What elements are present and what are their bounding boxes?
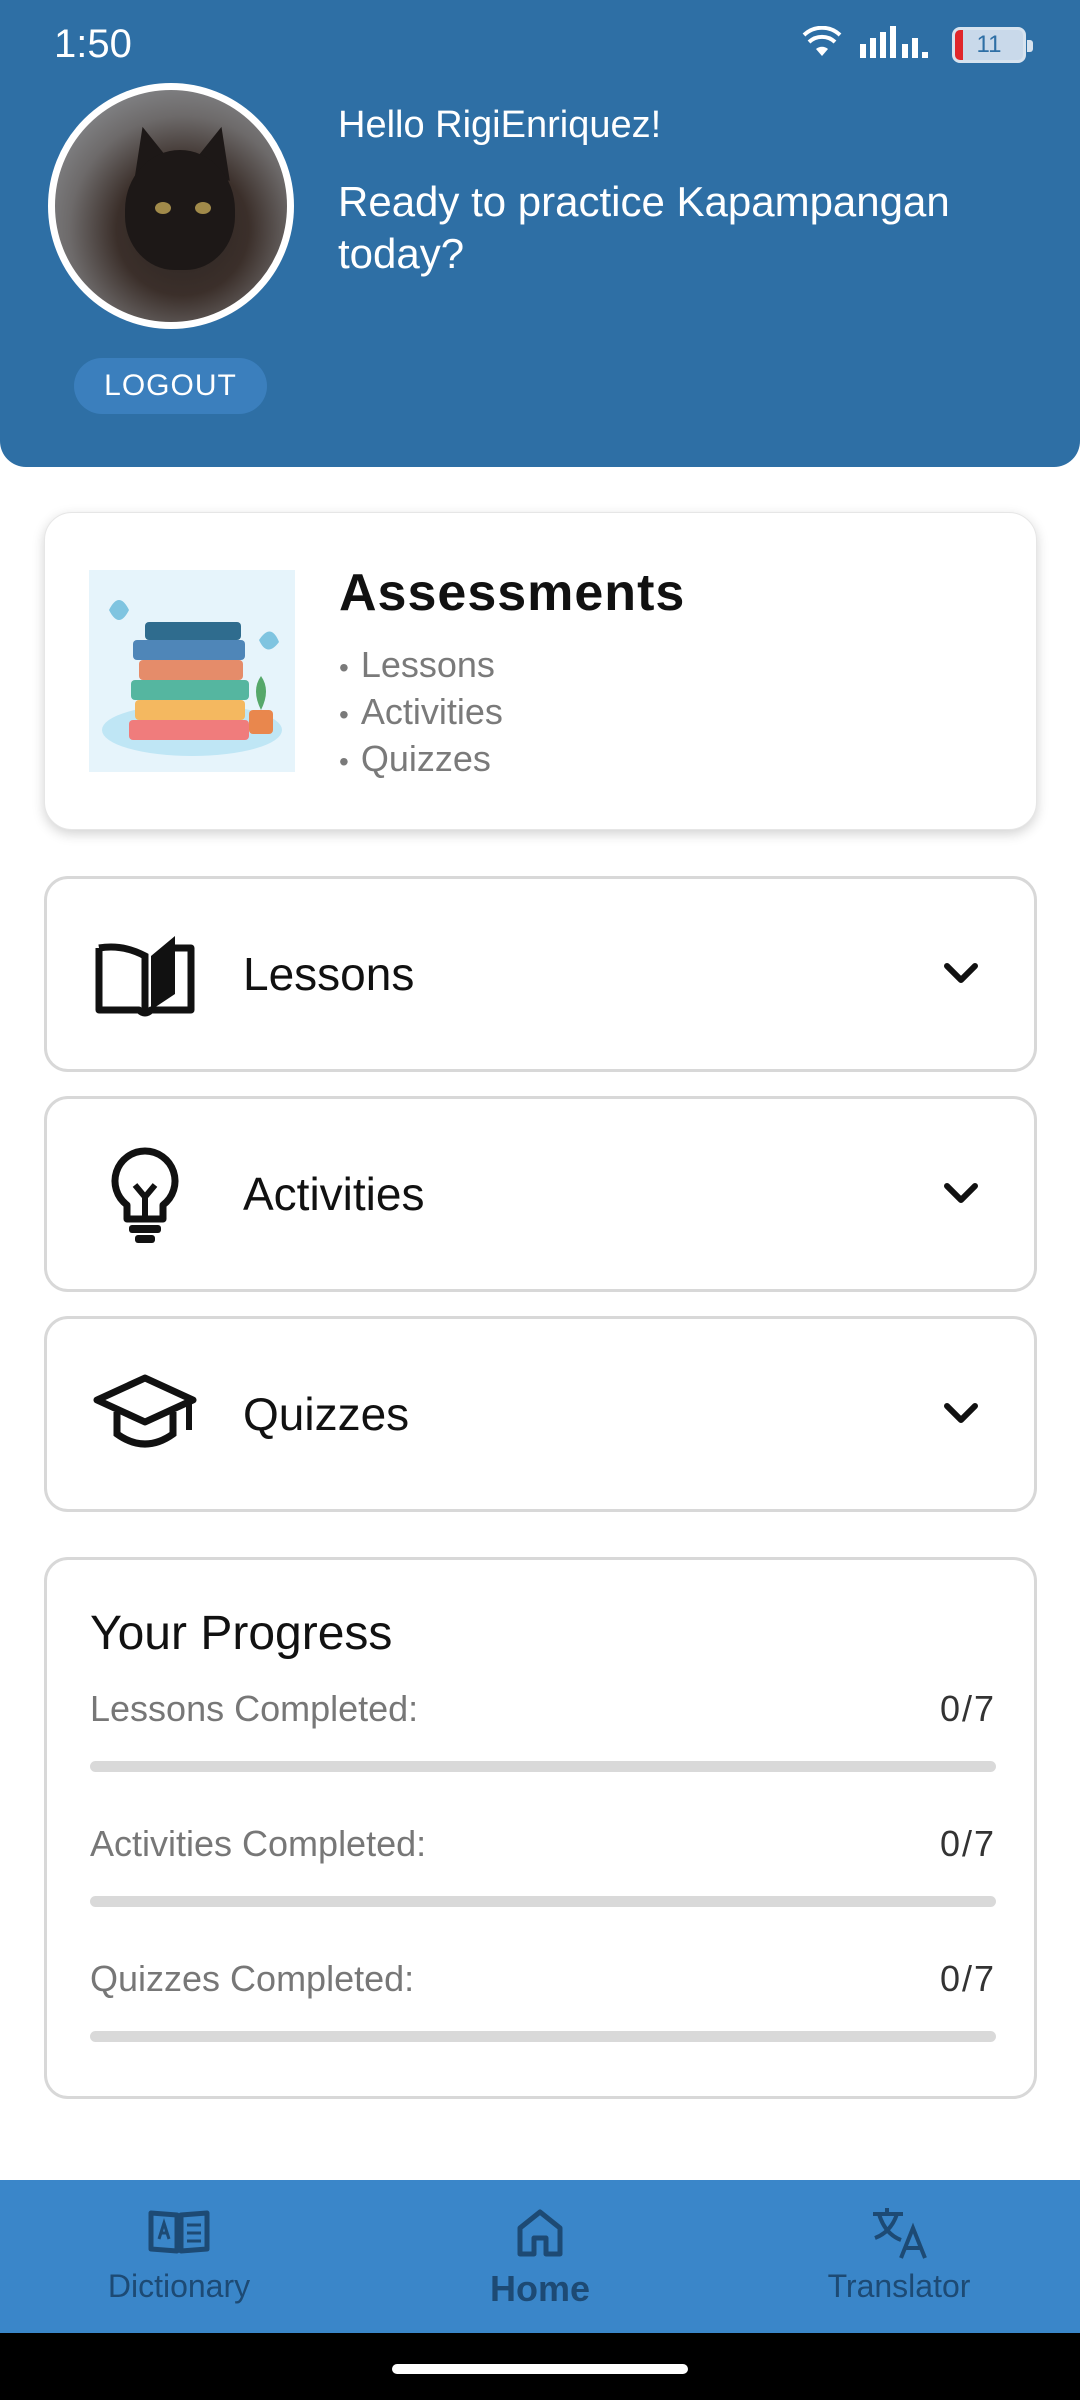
battery-icon: 11: [952, 26, 1033, 63]
progress-label: Activities Completed:: [90, 1823, 427, 1864]
nav-dictionary[interactable]: Dictionary: [79, 2180, 279, 2333]
subtitle-text: Ready to practice Kapampangan today?: [338, 178, 950, 277]
nav-home[interactable]: Home: [440, 2180, 640, 2333]
progress-card: Your Progress Lessons Completed: 0/7 Act…: [44, 1557, 1037, 2099]
lessons-dropdown[interactable]: Lessons: [44, 876, 1037, 1072]
progress-bar: [90, 1761, 996, 1772]
progress-value: 0/7: [939, 1688, 996, 1729]
status-time: 1:50: [54, 22, 132, 66]
list-item: Quizzes: [339, 735, 503, 782]
activities-dropdown[interactable]: Activities: [44, 1096, 1037, 1292]
list-item: Lessons: [339, 641, 503, 688]
nav-label: Translator: [827, 2268, 971, 2304]
graduation-cap-icon: [93, 1363, 197, 1467]
quizzes-dropdown[interactable]: Quizzes: [44, 1316, 1037, 1512]
signal-icon: [860, 26, 934, 63]
progress-bar: [90, 1896, 996, 1907]
nav-translator[interactable]: Translator: [799, 2180, 999, 2333]
assessments-card[interactable]: Assessments Lessons Activities Quizzes: [44, 512, 1037, 830]
books-illustration-icon: [89, 570, 295, 772]
status-icons: 11: [802, 25, 1033, 63]
progress-value: 0/7: [939, 1823, 996, 1864]
wifi-icon: [802, 25, 842, 63]
progress-bar: [90, 2031, 996, 2042]
book-open-icon: [93, 923, 197, 1027]
dictionary-icon: [147, 2204, 211, 2260]
nav-label: Home: [489, 2268, 591, 2309]
activities-label: Activities: [243, 1168, 425, 1220]
progress-value: 0/7: [939, 1958, 996, 1999]
lightbulb-icon: [93, 1143, 197, 1247]
nav-label: Dictionary: [107, 2268, 251, 2304]
home-icon: [508, 2204, 572, 2260]
progress-label: Lessons Completed:: [90, 1688, 419, 1729]
assessments-list: Lessons Activities Quizzes: [339, 641, 503, 782]
avatar[interactable]: [48, 83, 294, 329]
lessons-label: Lessons: [243, 948, 415, 1000]
greeting-text: Hello RigiEnriquez!: [338, 104, 662, 146]
profile-header: 1:50 11 Hello RigiEnriquez! Ready to pra…: [0, 0, 1080, 467]
progress-title: Your Progress: [90, 1607, 393, 1660]
chevron-down-icon[interactable]: [940, 953, 982, 995]
list-item: Activities: [339, 688, 503, 735]
quizzes-label: Quizzes: [243, 1388, 410, 1440]
bottom-nav: Dictionary Home Translator: [0, 2180, 1080, 2333]
chevron-down-icon[interactable]: [940, 1393, 982, 1435]
logout-button[interactable]: LOGOUT: [74, 358, 267, 414]
assessments-title: Assessments: [339, 564, 686, 622]
translate-icon: [867, 2204, 931, 2260]
chevron-down-icon[interactable]: [940, 1173, 982, 1215]
progress-label: Quizzes Completed:: [90, 1958, 415, 1999]
home-indicator[interactable]: [392, 2364, 688, 2374]
